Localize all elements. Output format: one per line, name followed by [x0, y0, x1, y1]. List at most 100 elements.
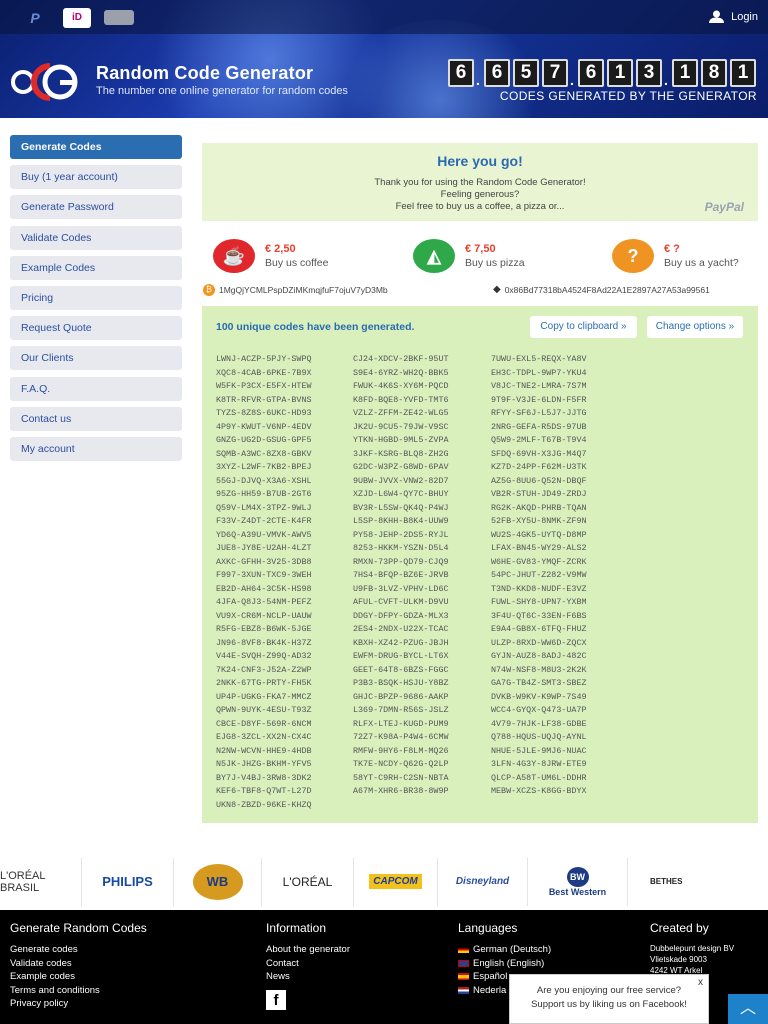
footer-link[interactable]: Generate codes: [10, 943, 147, 957]
question-icon: ?: [612, 239, 654, 273]
generated-code: G2DC-W3PZ-G8WD-6PAV: [353, 462, 449, 472]
donate-yacht[interactable]: ? € ? Buy us a yacht?: [612, 239, 739, 273]
generated-code: TK7E-NCDY-Q62G-Q2LP: [353, 759, 449, 769]
sidebar-item-pricing[interactable]: Pricing: [10, 285, 182, 310]
eth-address[interactable]: ◆ 0x86Bd77318bA4524F8Ad22A1E2897A27A53a9…: [493, 284, 710, 295]
footer-link[interactable]: Privacy policy: [10, 997, 147, 1011]
generated-code: T3ND-KKD8-NUDF-E3VZ: [491, 583, 587, 594]
footer-link[interactable]: About the generator: [266, 943, 350, 957]
generated-code: KBXH-XZ42-PZUG-JBJH: [353, 637, 449, 648]
counter-digit: 3: [636, 59, 662, 87]
btc-address[interactable]: ₿ 1MgQjYCMLPspDZiMKmqjfuF7ojuV7yD3Mb: [203, 284, 388, 296]
generated-code: EWFM-DRUG-BYCL-LT6X: [353, 651, 449, 661]
generated-code: R5FG-EBZ8-B6WK-5JGE: [216, 624, 312, 634]
generated-code: 72Z7-K98A-P4W4-6CMW: [353, 732, 449, 742]
footer-link[interactable]: News: [266, 970, 350, 984]
generated-code: 4P9Y-KWUT-V6NP-4EDV: [216, 421, 312, 432]
copy-to-clipboard-button[interactable]: Copy to clipboard »: [530, 316, 637, 338]
counter-label: CODES GENERATED BY THE GENERATOR: [499, 89, 757, 103]
sidebar-item-validate-codes[interactable]: Validate Codes: [10, 225, 182, 250]
best-western-text: Best Western: [548, 886, 607, 897]
counter-separator: .: [664, 72, 668, 88]
generated-code: U9FB-3LVZ-VPHV-LD6C: [353, 583, 449, 594]
client-logo: L'ORÉAL: [262, 857, 354, 906]
paypal-icon[interactable]: P: [24, 8, 46, 28]
sidebar-item-my-account[interactable]: My account: [10, 436, 182, 461]
generated-code: GHJC-BPZP-9686-AAKP: [353, 691, 449, 702]
sidebar-item-generate-codes[interactable]: Generate Codes: [10, 135, 182, 159]
generated-code: RFYY-SF6J-L5J7-JJTG: [491, 408, 587, 418]
footer-address-line: Dubbelepunt design BV: [650, 944, 735, 953]
language-label: English (English): [473, 957, 545, 969]
generated-code: FWUK-4K6S-XY6M-PQCD: [353, 381, 449, 391]
sidebar-item-example-codes[interactable]: Example Codes: [10, 255, 182, 280]
language-german[interactable]: German (Deutsch): [458, 943, 551, 957]
footer-link[interactable]: Contact: [266, 957, 350, 971]
client-logo: PHILIPS: [82, 857, 174, 906]
generated-code: L369-7DMN-R56S-JSLZ: [353, 705, 449, 715]
generated-code: AFUL-CVFT-ULKM-D9VU: [353, 597, 449, 607]
paypal-logo: PayPal: [704, 200, 744, 214]
generated-code: QPWN-9UYK-4ESU-T93Z: [216, 705, 312, 715]
generated-code: BY7J-V4BJ-3RW8-3DK2: [216, 772, 312, 783]
footer-heading: Generate Random Codes: [10, 921, 147, 935]
generated-code: A67M-XHR6-BR38-8W9P: [353, 786, 449, 796]
close-icon[interactable]: x: [698, 976, 703, 990]
generated-code: 3LFN-4G3Y-8JRW-ETE9: [491, 759, 587, 769]
sidebar-item-contact[interactable]: Contact us: [10, 406, 182, 431]
thanks-line: Feel free to buy us a coffee, a pizza or…: [395, 201, 565, 212]
sidebar-item-request-quote[interactable]: Request Quote: [10, 316, 182, 341]
generated-code: Q59V-LM4X-3TPZ-9WLJ: [216, 502, 312, 513]
generated-code: MEBW-XCZS-K8GG-BDYX: [491, 786, 587, 796]
user-icon: [709, 10, 725, 23]
generated-code: KEF6-TBF8-Q7WT-L27D: [216, 786, 312, 796]
language-english[interactable]: English (English): [458, 957, 551, 971]
footer-col-generate: Generate Random Codes Generate codes Val…: [10, 921, 147, 1011]
generated-code: XQC8-4CAB-6PKE-7B9X: [216, 367, 312, 378]
language-label: Nederla: [473, 984, 507, 996]
site-header: P iD Login Random Code Generator The num…: [0, 0, 768, 118]
generated-code: JUE8-JY8E-U2AH-4LZT: [216, 543, 312, 553]
pizza-icon: ◭: [413, 239, 455, 273]
generated-code: BV3R-L5SW-QK4Q-P4WJ: [353, 502, 449, 513]
generated-code: WCC4-GYQX-Q473-UA7P: [491, 705, 587, 715]
client-logo: BETHES: [628, 858, 768, 906]
creditcard-icon[interactable]: [104, 10, 134, 25]
generated-code: AZ5G-8UU6-Q52N-DBQF: [491, 475, 587, 486]
donate-price: € ?: [664, 243, 680, 255]
ideal-icon[interactable]: iD: [63, 8, 91, 28]
donate-label: Buy us pizza: [465, 257, 525, 269]
btc-address-text: 1MgQjYCMLPspDZiMKmqjfuF7ojuV7yD3Mb: [219, 285, 388, 295]
eth-address-text: 0x86Bd77318bA4524F8Ad22A1E2897A27A53a995…: [504, 284, 710, 295]
sidebar-nav: Generate Codes Buy (1 year account) Gene…: [10, 135, 182, 467]
sidebar-item-generate-password[interactable]: Generate Password: [10, 195, 182, 220]
sidebar-item-our-clients[interactable]: Our Clients: [10, 346, 182, 371]
footer-link[interactable]: Validate codes: [10, 957, 147, 971]
generated-code: LWNJ-ACZP-5PJY-SWPQ: [216, 354, 312, 364]
generated-code: V44E-SVQH-Z99Q-AD32: [216, 651, 312, 661]
generated-code: W5FK-P3CX-E5FX-HTEW: [216, 381, 312, 391]
scroll-to-top-button[interactable]: ︿: [728, 994, 768, 1024]
generated-code: PY58-JEHP-2DS5-RYJL: [353, 529, 449, 540]
capcom-text: CAPCOM: [369, 874, 422, 889]
sidebar-item-faq[interactable]: F.A.Q.: [10, 376, 182, 401]
generated-code: SQMB-A3WC-8ZX8-GBKV: [216, 448, 312, 459]
generated-code: 3JKF-KSRG-BLQ8-ZH2G: [353, 448, 449, 459]
generated-code: 54PC-JHUT-Z282-V9MW: [491, 570, 587, 580]
footer-link[interactable]: Example codes: [10, 970, 147, 984]
site-logo[interactable]: [10, 62, 82, 102]
generated-code: 4JFA-Q8J3-54NM-PEFZ: [216, 597, 312, 607]
thanks-line: Feeling generous?: [440, 189, 520, 200]
facebook-icon[interactable]: f: [266, 989, 286, 1010]
generated-code: RLFX-LTEJ-KUGD-PUM9: [353, 718, 449, 729]
generated-code: 8253-HKKM-YSZN-D5L4: [353, 543, 449, 553]
sidebar-item-buy[interactable]: Buy (1 year account): [10, 165, 182, 190]
donate-pizza[interactable]: ◭ € 7,50 Buy us pizza: [413, 239, 525, 273]
generated-code: 7HS4-BFQP-BZ6E-JRVB: [353, 570, 449, 580]
change-options-button[interactable]: Change options »: [647, 316, 743, 338]
donate-coffee[interactable]: ☕ € 2,50 Buy us coffee: [213, 239, 328, 273]
login-link[interactable]: Login: [708, 10, 758, 23]
client-logo: WB: [174, 857, 262, 906]
codes-column: 7UWU-EXL5-REQX-YA8V EH3C-TDPL-9WP7-YKU4 V8…: [491, 353, 587, 799]
footer-link[interactable]: Terms and conditions: [10, 984, 147, 998]
